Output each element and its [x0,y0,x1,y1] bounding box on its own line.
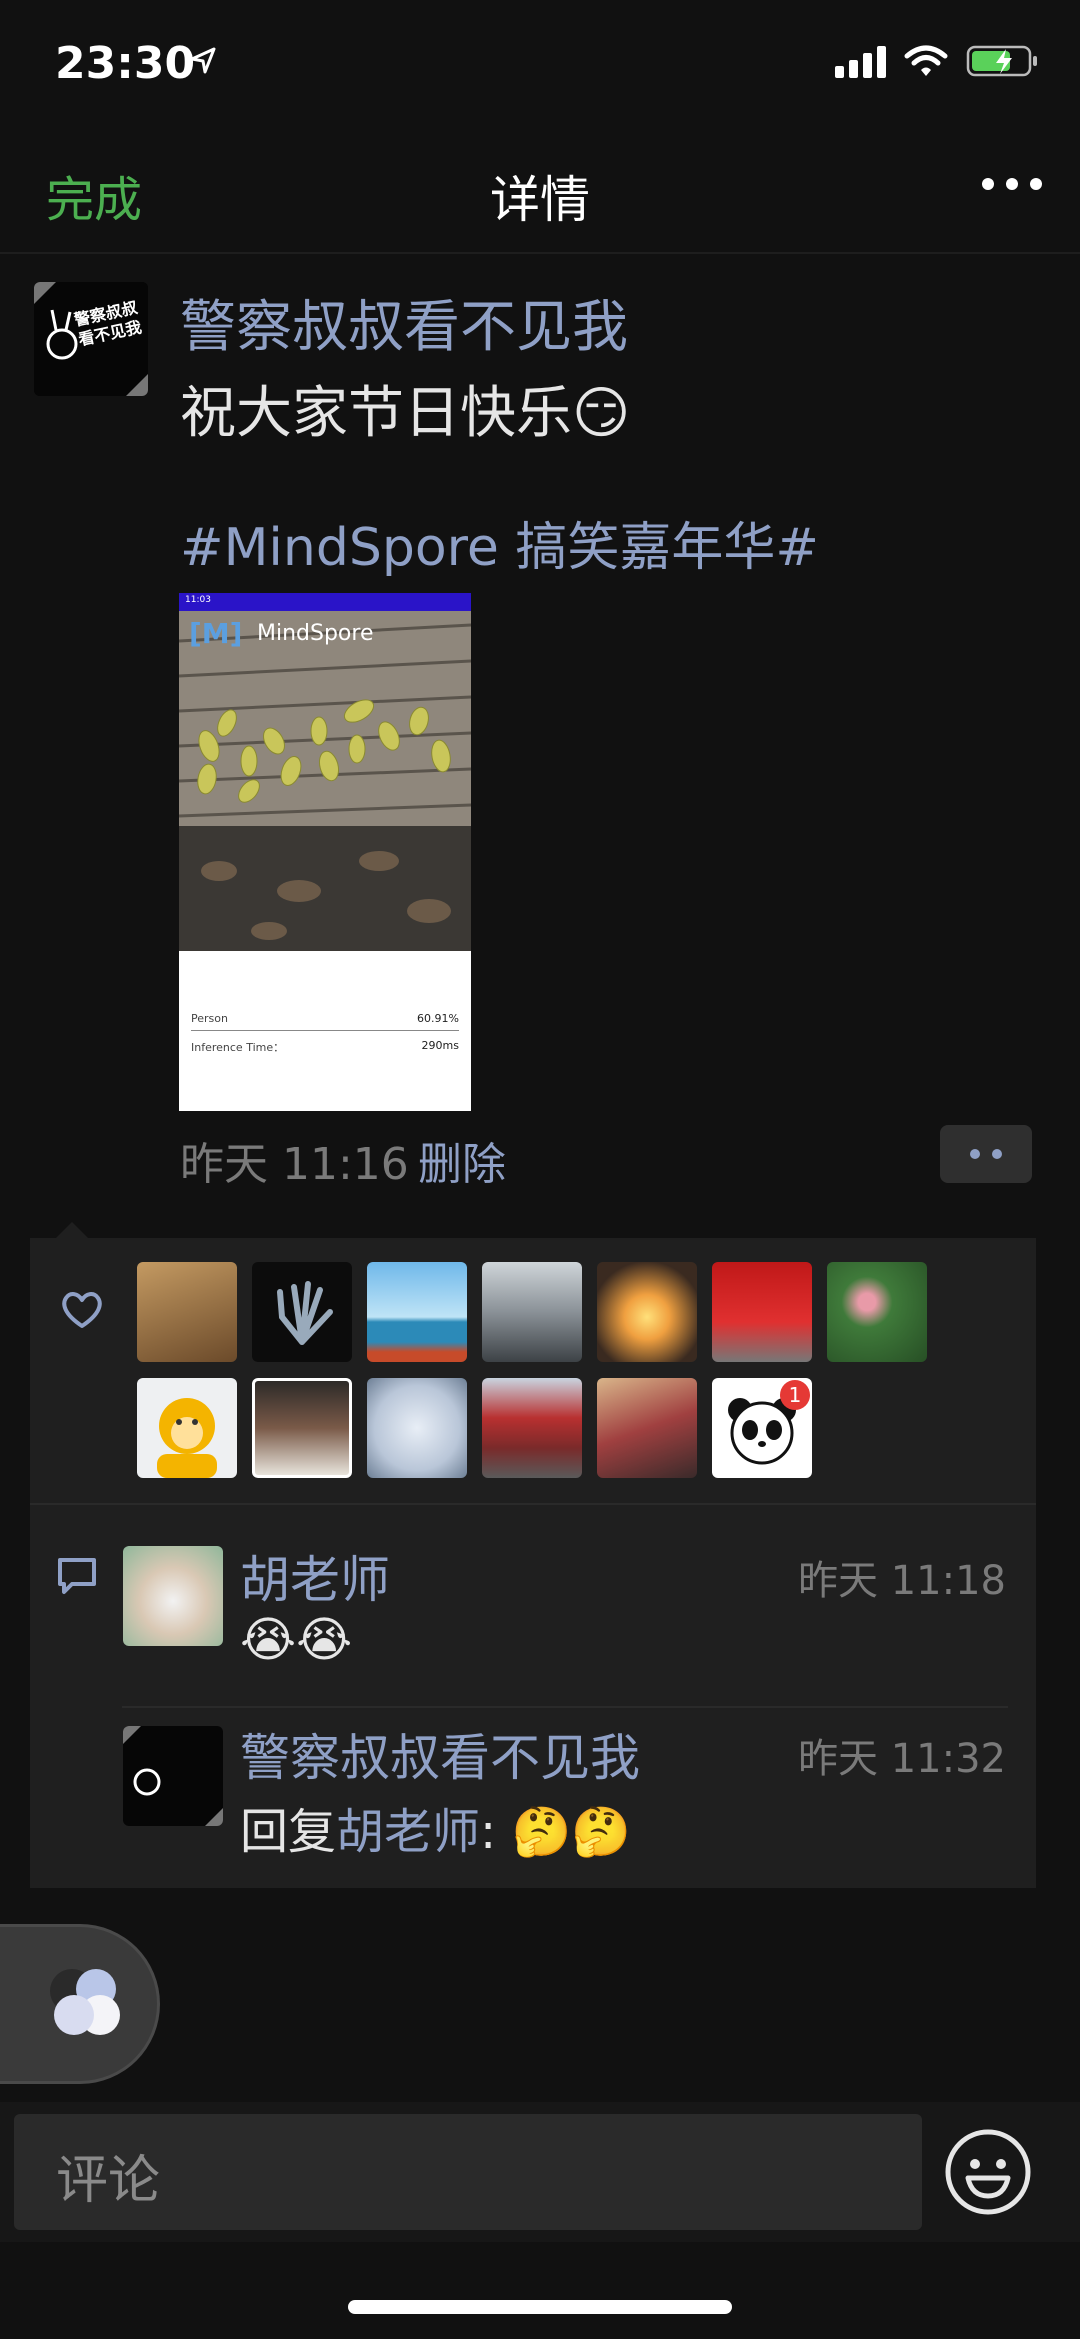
floating-window-icon[interactable] [0,1924,160,2084]
comment-text: 😭😭 [240,1612,353,1668]
heart-icon [60,1290,104,1334]
notification-badge: 1 [780,1380,810,1410]
status-time: 23:30 [55,38,196,89]
like-avatar-sea[interactable] [367,1262,467,1362]
like-avatar-anime[interactable] [367,1378,467,1478]
cellular-signal-icon [835,44,886,78]
reply-to-name[interactable]: 胡老师 [336,1804,480,1860]
post-hashtag[interactable]: #MindSpore 搞笑嘉年华# [180,505,819,580]
like-avatar-monkey[interactable] [137,1378,237,1478]
comment-author[interactable]: 警察叔叔看不见我 [240,1718,640,1790]
post-image[interactable]: 11:03 [M] MindSpore Person 60.91% Infere… [179,593,471,1111]
post-author[interactable]: 警察叔叔看不见我 [180,282,628,363]
comment-avatar[interactable] [123,1726,223,1826]
page-title: 详情 [490,171,590,229]
wifi-icon [904,45,948,76]
comment-divider [122,1706,1008,1708]
comment-bubble-icon [56,1556,98,1600]
more-dots-icon[interactable] [982,178,1042,190]
comment-text: 回复胡老师: 🤔🤔 [240,1792,631,1862]
result-value: 60.91% [417,1012,459,1025]
post-text: 祝大家节日快乐😏 [180,381,631,446]
like-avatar-lotus[interactable] [827,1262,927,1362]
leaves-photo [179,611,471,951]
reply-text: 🤔🤔 [496,1804,631,1860]
comment-time: 昨天 11:18 [798,1558,1006,1604]
comment-input[interactable]: 评论 [14,2114,922,2230]
image-status-bar: 11:03 [179,593,471,611]
battery-charging-icon [966,45,1037,77]
reply-prefix: 回复 [240,1804,337,1860]
like-avatar-girl[interactable] [597,1378,697,1478]
like-avatar-100[interactable] [712,1262,812,1362]
section-divider [30,1503,1036,1505]
emoji-smile-icon[interactable] [944,2128,1032,2220]
like-avatar-heart-hands[interactable] [597,1262,697,1362]
comment-time: 昨天 11:32 [798,1736,1006,1782]
mindspore-logo: [M] [189,617,243,650]
like-avatar-red-building[interactable] [482,1378,582,1478]
like-avatar-hand[interactable] [252,1262,352,1362]
location-arrow-icon [188,46,218,80]
post-time: 昨天 11:16 [180,1139,409,1190]
comment-avatar[interactable] [123,1546,223,1646]
result-divider [191,1030,459,1031]
more-action-icon[interactable] [940,1125,1032,1183]
like-avatar-panda[interactable]: 1 [712,1378,812,1478]
reply-colon: : [480,1804,497,1860]
delete-button[interactable]: 删除 [418,1128,506,1192]
like-avatar-cat[interactable] [137,1262,237,1362]
home-indicator [348,2300,732,2314]
image-status-time: 11:03 [185,595,211,605]
like-avatar-man[interactable] [252,1378,352,1478]
avatar[interactable]: 警察叔叔看不见我 [34,282,148,396]
nav-divider [0,252,1080,254]
inference-label: Inference Time： [191,1041,285,1054]
status-icons [835,44,1040,78]
likes-grid: 1 [137,1262,957,1478]
like-avatar-clouds[interactable] [482,1262,582,1362]
inference-value: 290ms [421,1039,459,1052]
result-label: Person [191,1012,228,1025]
comment-author[interactable]: 胡老师 [240,1540,390,1612]
image-app-title: MindSpore [257,621,374,646]
